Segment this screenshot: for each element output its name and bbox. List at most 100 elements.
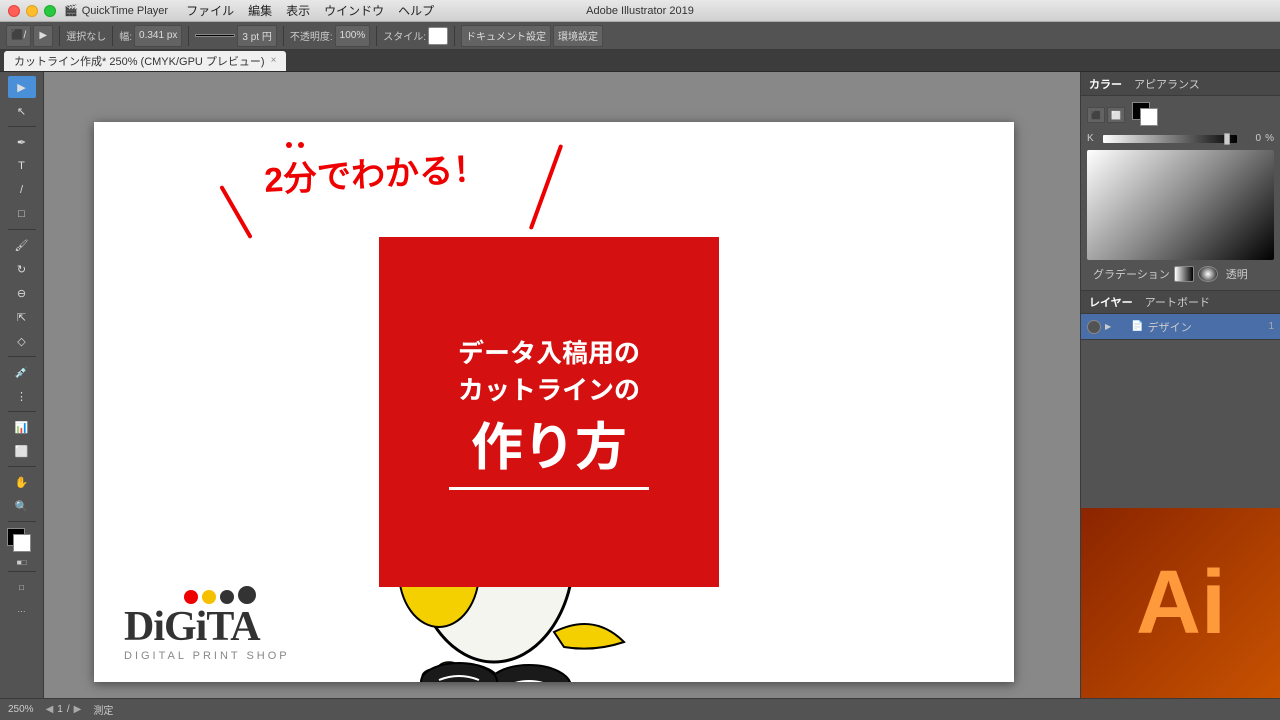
document-tab[interactable]: カットライン作成* 250% (CMYK/GPU プレビュー) × (4, 51, 286, 71)
color-mode-buttons[interactable]: ⬛ ⬜ (1087, 107, 1125, 123)
dot-dark2 (238, 586, 256, 604)
red-box-underline (449, 487, 649, 490)
width-label: 幅: (119, 28, 132, 43)
tool-paint[interactable]: 🖌 (8, 234, 36, 256)
main-layout: ▶ ↖ ✒ T / □ 🖌 ↻ ⊖ ⇱ ◇ 💉 ⋮ 📊 ⬜ ✋ 🔍 ■□ □ ·… (0, 72, 1280, 698)
gradient-linear-btn[interactable] (1174, 266, 1194, 282)
bg-swatch[interactable] (1140, 108, 1158, 126)
layer-tab[interactable]: レイヤー (1089, 294, 1133, 310)
color-mode-btn-1[interactable]: ⬛ (1087, 107, 1105, 123)
appearance-tab[interactable]: アピアランス (1134, 76, 1200, 92)
tab-label: カットライン作成* 250% (CMYK/GPU プレビュー) (14, 53, 265, 69)
color-mode-btn-2[interactable]: ⬜ (1107, 107, 1125, 123)
artboard-label: 測定 (93, 702, 113, 717)
zoom-level[interactable]: 250% (8, 704, 34, 715)
next-artboard[interactable]: ▶ (74, 704, 82, 715)
fill-stroke-swatches[interactable] (7, 528, 37, 554)
layer-visibility-toggle[interactable] (1087, 320, 1101, 334)
tool-shear[interactable]: ◇ (8, 330, 36, 352)
tool-mode-normal[interactable]: □ (8, 576, 36, 598)
tool-line[interactable]: / (8, 179, 36, 201)
menu-view[interactable]: 表示 (280, 1, 316, 20)
tool-group-opacity: 不透明度: 100% (290, 25, 370, 47)
tool-more[interactable]: ··· (8, 600, 36, 622)
tool-graph[interactable]: 📊 (8, 416, 36, 438)
dots-decoration (286, 142, 304, 148)
tool-eyedrop[interactable]: 💉 (8, 361, 36, 383)
tool-artboard[interactable]: ⬜ (8, 440, 36, 462)
logo-text-sub: DIGITAL PRINT SHOP (124, 650, 290, 662)
layer-panel-header[interactable]: レイヤー アートボード (1081, 290, 1280, 314)
gradient-radial-btn[interactable] (1198, 266, 1218, 282)
style-input[interactable] (428, 27, 448, 45)
color-tab[interactable]: カラー (1089, 76, 1122, 92)
maximize-button[interactable] (44, 5, 56, 17)
menu-help[interactable]: ヘルプ (392, 1, 440, 20)
selection-label: 選択なし (66, 28, 106, 43)
artboard-tab[interactable]: アートボード (1145, 294, 1210, 310)
menu-bar[interactable]: ファイル 編集 表示 ウインドウ ヘルプ (180, 1, 440, 20)
dot-red (184, 590, 198, 604)
env-settings-button[interactable]: 環境設定 (553, 25, 603, 47)
artboard-nav: ◀ 1 / ▶ (46, 704, 82, 715)
tool-zoom[interactable]: 🔍 (8, 495, 36, 517)
tool-group-size: 幅: 0.341 px (119, 25, 182, 47)
tool-rotate[interactable]: ↻ (8, 258, 36, 280)
right-panel-top: カラー アピアランス ⬛ ⬜ (1081, 72, 1280, 508)
doc-settings-button[interactable]: ドキュメント設定 (461, 25, 551, 47)
divider-2 (8, 229, 36, 230)
dot-yellow (202, 590, 216, 604)
handwriting-area: 2分でわかる！ (264, 147, 487, 196)
prev-artboard[interactable]: ◀ (46, 704, 54, 715)
divider-7 (8, 571, 36, 572)
stroke-swatch[interactable] (13, 534, 31, 552)
transparent-label: 透明 (1226, 266, 1248, 282)
tab-close-button[interactable]: × (271, 55, 277, 66)
ai-toolbar: ⬛/ ▶ 選択なし 幅: 0.341 px 3 pt 円 不透明度: 100% … (0, 22, 1280, 50)
traffic-lights[interactable] (8, 5, 56, 17)
dot-dark1 (220, 590, 234, 604)
tool-arrow[interactable]: ▶ (8, 76, 36, 98)
layer-color-indicator (1115, 321, 1127, 333)
gradient-controls: グラデーション 透明 (1087, 264, 1274, 284)
k-slider-thumb[interactable] (1224, 133, 1230, 145)
color-mode-row: ⬛ ⬜ (1087, 102, 1274, 128)
k-slider-track[interactable] (1103, 135, 1237, 143)
tool-group-style: スタイル: (383, 27, 448, 45)
status-bar: 250% ◀ 1 / ▶ 測定 (0, 698, 1280, 720)
stroke-input[interactable]: 3 pt 円 (237, 25, 276, 47)
opacity-label: 不透明度: (290, 28, 333, 43)
logo-dots (184, 590, 256, 604)
tool-type[interactable]: T (8, 155, 36, 177)
tool-group-stroke: 3 pt 円 (195, 25, 276, 47)
tool-mirror[interactable]: ⊖ (8, 282, 36, 304)
menu-window[interactable]: ウインドウ (318, 1, 390, 20)
tool-direct-select[interactable]: ↖ (8, 100, 36, 122)
separator-4 (283, 26, 284, 46)
brush-tool[interactable]: ⬛/ (6, 25, 31, 47)
logo-area: DiGiTA DIGITAL PRINT SHOP (124, 590, 290, 662)
menu-file[interactable]: ファイル (180, 1, 240, 20)
layer-item-design[interactable]: ▶ 📄 デザイン 1 (1081, 314, 1280, 340)
tool-hand[interactable]: ✋ (8, 471, 36, 493)
layer-expand-icon[interactable]: ▶ (1105, 322, 1111, 331)
color-panel-header[interactable]: カラー アピアランス (1081, 72, 1280, 96)
fill-stroke-label: ■□ (17, 558, 27, 567)
tool-rect[interactable]: □ (8, 203, 36, 225)
width-input[interactable]: 0.341 px (134, 25, 182, 47)
minimize-button[interactable] (26, 5, 38, 17)
color-panel: ⬛ ⬜ K 0 % (1081, 96, 1280, 290)
tool-blend[interactable]: ⋮ (8, 385, 36, 407)
close-button[interactable] (8, 5, 20, 17)
tool-scale[interactable]: ⇱ (8, 306, 36, 328)
canvas-area[interactable]: 2分でわかる！ データ入稿用の カットラインの 作り方 (44, 72, 1080, 698)
menu-edit[interactable]: 編集 (242, 1, 278, 20)
app-name: 🎬 QuickTime Player (64, 4, 168, 17)
opacity-input[interactable]: 100% (335, 25, 371, 47)
dot-2 (298, 142, 304, 148)
tool-pen[interactable]: ✒ (8, 131, 36, 153)
fg-bg-swatches[interactable] (1132, 102, 1162, 128)
percent-sign: % (1265, 133, 1274, 144)
divider-3 (8, 356, 36, 357)
selection-tool[interactable]: ▶ (33, 25, 53, 47)
